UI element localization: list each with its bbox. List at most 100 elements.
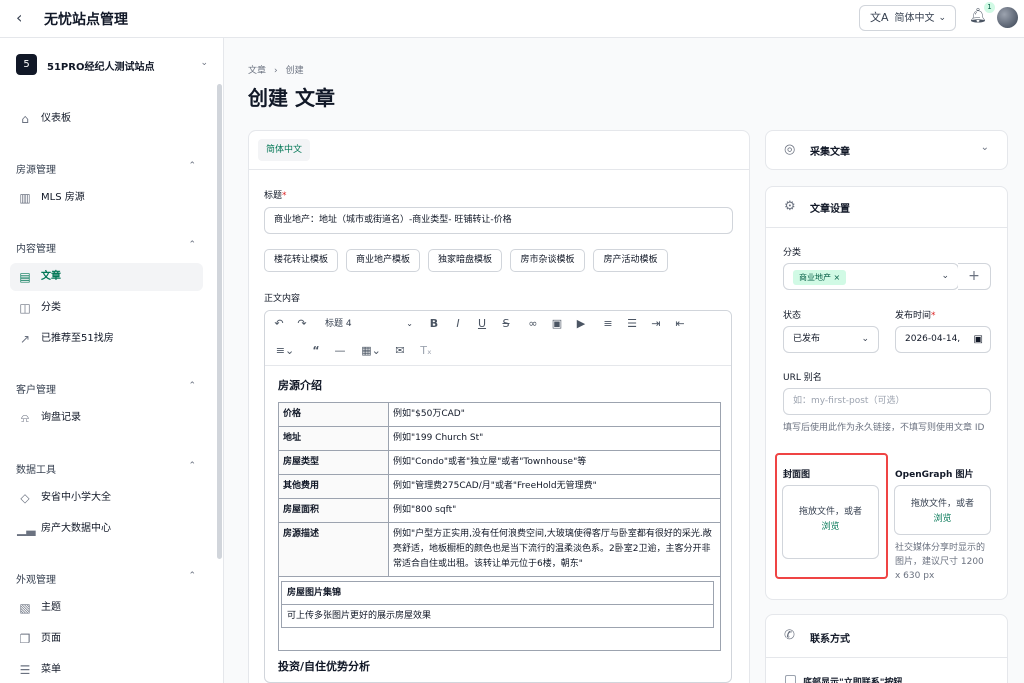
phone-icon: ✆ (784, 628, 795, 643)
sidebar-item-recommended[interactable]: ↗ 已推荐至51找房 (10, 325, 203, 353)
horizontal-rule-icon[interactable]: — (331, 342, 349, 360)
nav-group-content[interactable]: 内容管理 ⌃ (16, 240, 196, 255)
table-icon[interactable]: ▦⌄ (357, 342, 385, 360)
bell-icon: ⍾ (21, 411, 29, 425)
status-select[interactable]: 已发布 ⌄ (783, 326, 879, 353)
table-value: 例如"Condo"或者"独立屋"或者"Townhouse"等 (388, 450, 721, 475)
language-label: 简体中文 (894, 13, 935, 24)
globe-icon: ◎ (784, 142, 796, 157)
sidebar-item-themes[interactable]: ▧ 主题 (10, 594, 203, 622)
highlight-box (775, 453, 888, 579)
publish-date-input[interactable]: 2026-04-14, ▣ (895, 326, 991, 353)
building-icon: ▥ (19, 191, 31, 205)
site-switcher[interactable]: 5 51PRO经纪人测试站点 ⌄ (16, 54, 208, 76)
sidebar-item-mls[interactable]: ▥ MLS 房源 (10, 184, 203, 212)
chevron-down-icon: ⌄ (200, 58, 208, 68)
breadcrumb-articles[interactable]: 文章 (248, 66, 266, 76)
collect-article-panel[interactable]: ◎ 采集文章 ⌄ (765, 130, 1008, 170)
nav-group-data-tools[interactable]: 数据工具 ⌃ (16, 461, 196, 476)
nav-group-label: 房源管理 (16, 165, 56, 176)
gear-icon: ⚙ (784, 199, 796, 214)
title-input[interactable]: 商业地产：地址（城市或街道名）-商业类型- 旺铺转让-价格 (264, 207, 733, 234)
bold-icon[interactable]: B (425, 315, 443, 333)
language-select[interactable]: 文A 简体中文 ⌄ (859, 5, 956, 31)
tab-simplified-chinese[interactable]: 简体中文 (258, 139, 311, 161)
sidebar-item-categories[interactable]: ◫ 分类 (10, 294, 203, 322)
table-value: 例如"199 Church St" (388, 426, 721, 451)
category-select[interactable]: 商业地产 × ⌄ (783, 263, 959, 290)
outdent-icon[interactable]: ⇤ (671, 315, 689, 333)
contact-checkbox-label: 底部显示"立即联系"按钮 (803, 678, 903, 683)
browse-link[interactable]: 浏览 (895, 512, 990, 527)
table-row: 房屋类型 例如"Condo"或者"独立屋"或者"Townhouse"等 (278, 450, 721, 475)
home-icon: ⌂ (21, 112, 29, 126)
numbered-list-icon[interactable]: ☰ (623, 315, 641, 333)
strikethrough-icon[interactable]: S (497, 315, 515, 333)
link-icon[interactable]: ∞ (524, 315, 542, 333)
url-alias-input[interactable]: 如：my-first-post（可选） (783, 388, 991, 415)
undo-icon[interactable]: ↶ (270, 315, 288, 333)
document-icon: ▤ (19, 270, 31, 284)
og-image-dropzone[interactable]: 拖放文件，或者 浏览 (894, 485, 991, 535)
nav-group-listings[interactable]: 房源管理 ⌃ (16, 161, 196, 176)
chevron-right-icon: › (274, 66, 278, 76)
editor-toolbar: ↶ ↷ 标题 4 ⌄ B I U S ∞ ▣ ▶ ≡ ☰ ⇥ ⇤ ≡⌄ “ — ▦… (265, 311, 731, 366)
bullet-list-icon[interactable]: ≡ (599, 315, 617, 333)
sidebar-item-label: 文章 (41, 271, 61, 282)
table-key: 房屋面积 (278, 498, 389, 523)
gallery-title: 房屋图片集锦 (282, 582, 713, 605)
template-button[interactable]: 楼花转让模板 (264, 249, 338, 272)
contact-button-checkbox[interactable] (785, 675, 796, 683)
back-icon[interactable]: ‹ (16, 9, 32, 27)
template-button[interactable]: 房产活动模板 (593, 249, 668, 272)
close-icon[interactable]: × (834, 273, 841, 282)
underline-icon[interactable]: U (473, 315, 491, 333)
avatar[interactable] (997, 7, 1018, 28)
sidebar-item-menus[interactable]: ☰ 菜单 (10, 656, 203, 683)
chevron-down-icon: ⌄ (941, 271, 949, 281)
indent-icon[interactable]: ⇥ (647, 315, 665, 333)
add-category-button[interactable]: + (958, 263, 991, 290)
sidebar-item-pages[interactable]: ❐ 页面 (10, 625, 203, 653)
pages-icon: ❐ (19, 632, 31, 646)
quote-icon[interactable]: “ (307, 342, 325, 360)
nav-group-customers[interactable]: 客户管理 ⌃ (16, 381, 196, 396)
table-row: 价格 例如"$50万CAD" (278, 402, 721, 427)
article-settings-title: 文章设置 (810, 204, 850, 215)
category-tag[interactable]: 商业地产 × (793, 270, 847, 285)
chevron-up-icon: ⌃ (188, 571, 196, 581)
translate-icon: 文A (870, 11, 889, 24)
sidebar-item-inquiries[interactable]: ⍾ 询盘记录 (10, 404, 203, 432)
template-button[interactable]: 独家暗盘模板 (428, 249, 502, 272)
sidebar-item-label: 分类 (41, 302, 61, 313)
url-alias-help: 填写后使用此作为永久链接，不填写则使用文章 ID (783, 423, 985, 433)
page-title: 创建 文章 (248, 86, 335, 110)
italic-icon[interactable]: I (449, 315, 467, 333)
clear-format-icon[interactable]: Tₓ (417, 342, 435, 360)
heading-select[interactable]: 标题 4 ⌄ (325, 315, 413, 333)
image-icon[interactable]: ▣ (548, 315, 566, 333)
gallery-table: 房屋图片集锦 可上传多张图片更好的展示房屋效果 (281, 581, 714, 628)
redo-icon[interactable]: ↷ (293, 315, 311, 333)
section-heading: 房源介绍 (278, 379, 322, 392)
email-icon[interactable]: ✉ (391, 342, 409, 360)
template-button[interactable]: 商业地产模板 (346, 249, 420, 272)
table-key: 价格 (278, 402, 389, 427)
nav-group-appearance[interactable]: 外观管理 ⌃ (16, 571, 196, 586)
table-value: 例如"800 sqft" (388, 498, 721, 523)
align-icon[interactable]: ≡⌄ (271, 342, 299, 360)
external-link-icon: ↗ (19, 332, 31, 346)
graduation-cap-icon: ◇ (20, 491, 30, 505)
video-icon[interactable]: ▶ (572, 315, 590, 333)
sidebar-scrollbar[interactable] (217, 84, 222, 559)
category-icon: ◫ (19, 301, 31, 315)
divider (766, 227, 1007, 228)
url-alias-label: URL 别名 (783, 373, 822, 383)
calendar-icon[interactable]: ▣ (974, 327, 983, 352)
sidebar-item-bigdata[interactable]: ▁▃ 房产大数据中心 (10, 515, 203, 543)
sidebar-item-label: 页面 (41, 633, 61, 644)
sidebar-item-dashboard[interactable]: ⌂ 仪表板 (10, 105, 203, 133)
sidebar-item-schools[interactable]: ◇ 安省中小学大全 (10, 484, 203, 512)
sidebar-item-articles[interactable]: ▤ 文章 (10, 263, 203, 291)
template-button[interactable]: 房市杂谈模板 (510, 249, 585, 272)
